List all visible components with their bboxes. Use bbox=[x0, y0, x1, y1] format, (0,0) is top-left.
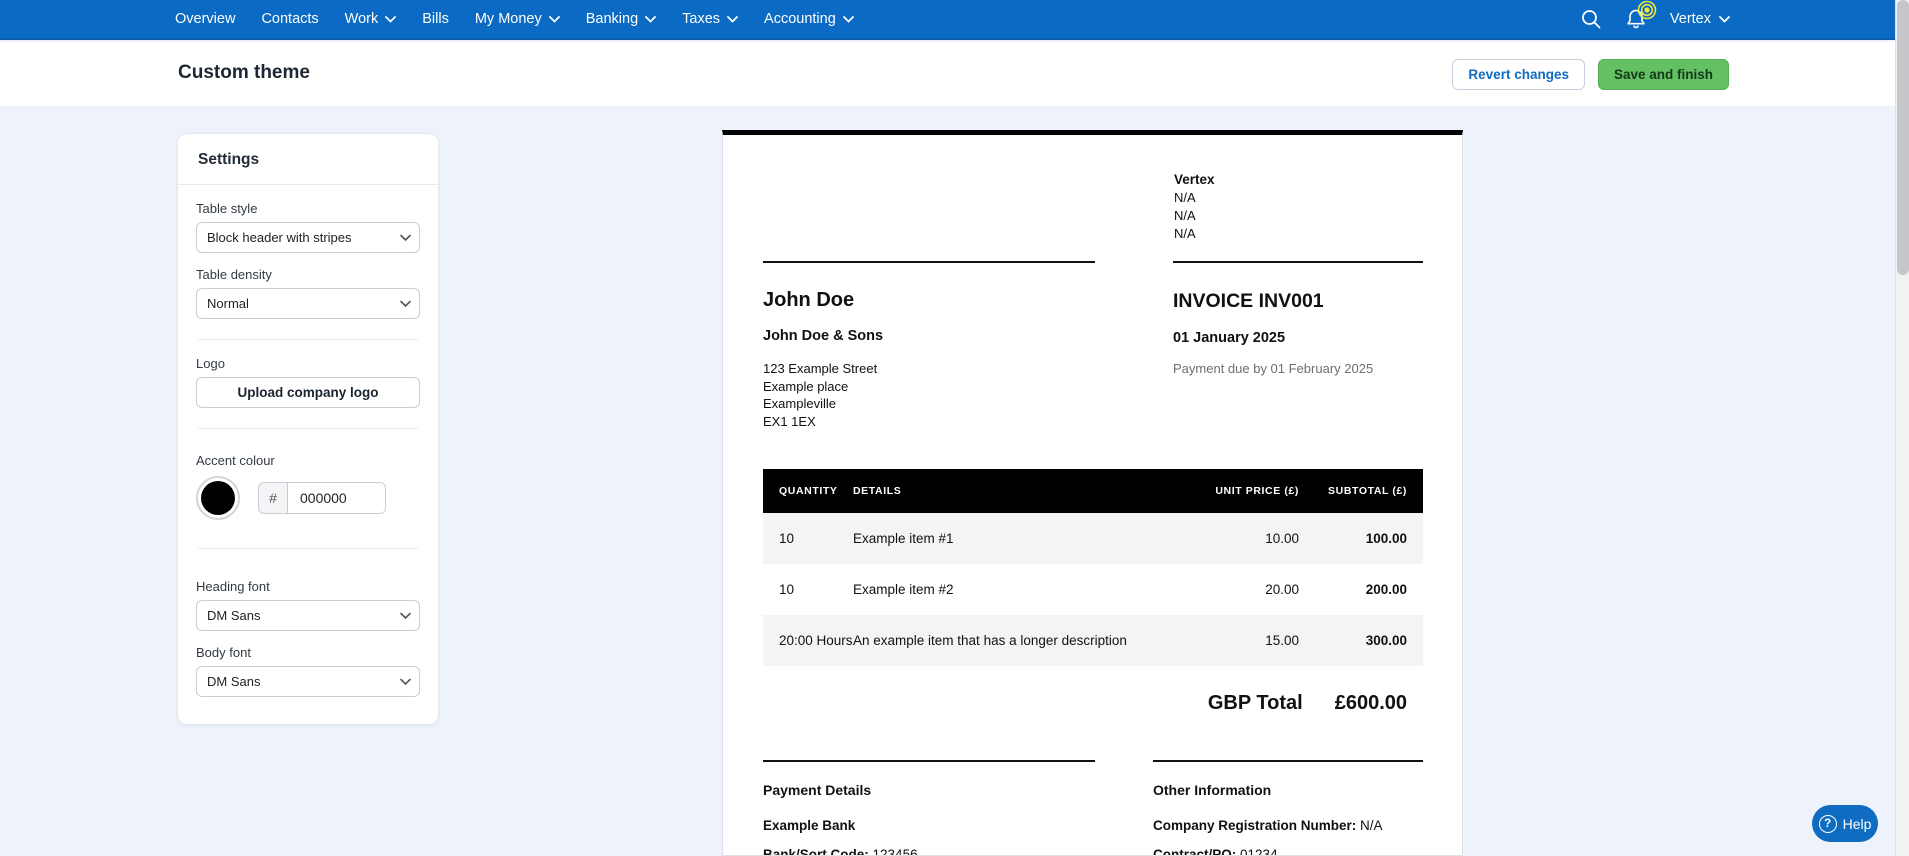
payment-details-title: Payment Details bbox=[763, 782, 1095, 798]
invoice-client-block: John Doe John Doe & Sons 123 Example Str… bbox=[763, 263, 1095, 430]
nav-right: Vertex bbox=[1580, 0, 1730, 38]
search-button[interactable] bbox=[1580, 8, 1602, 30]
nav-label: Work bbox=[345, 11, 379, 27]
invoice-company-name: Vertex bbox=[1174, 171, 1423, 189]
column-header: QUANTITY bbox=[763, 485, 853, 497]
other-information-block: Other Information Company Registration N… bbox=[1153, 762, 1423, 856]
divider bbox=[198, 339, 418, 340]
scrollbar-thumb[interactable] bbox=[1897, 0, 1909, 275]
chevron-down-icon bbox=[645, 16, 656, 23]
invoice-company-line: N/A bbox=[1174, 207, 1423, 225]
logo-label: Logo bbox=[196, 356, 420, 371]
contract-po-line: Contract/PO: 01234 bbox=[1153, 844, 1423, 856]
company-registration-line: Company Registration Number: N/A bbox=[1153, 815, 1423, 836]
body-font-select[interactable]: DM Sans bbox=[196, 666, 420, 697]
heading-font-label: Heading font bbox=[196, 579, 420, 594]
payment-details-block: Payment Details Example Bank Bank/Sort C… bbox=[763, 762, 1095, 856]
nav-item-my-money[interactable]: My Money bbox=[475, 11, 560, 27]
nav-item-work[interactable]: Work bbox=[345, 11, 397, 27]
help-label: Help bbox=[1843, 816, 1872, 832]
table-style-label: Table style bbox=[196, 201, 420, 216]
save-and-finish-button[interactable]: Save and finish bbox=[1598, 59, 1729, 90]
invoice-total-label: GBP Total bbox=[1208, 692, 1303, 715]
nav-label: Overview bbox=[175, 11, 235, 27]
invoice-total-value: £600.00 bbox=[1335, 692, 1407, 715]
body-font-label: Body font bbox=[196, 645, 420, 660]
notifications-button[interactable] bbox=[1624, 7, 1648, 31]
chevron-down-icon bbox=[1719, 16, 1730, 23]
bank-name: Example Bank bbox=[763, 815, 1095, 836]
help-button[interactable]: ? Help bbox=[1812, 805, 1878, 842]
hex-prefix: # bbox=[258, 482, 288, 514]
page-header: Custom theme Revert changes Save and fin… bbox=[0, 42, 1895, 106]
nav-item-contacts[interactable]: Contacts bbox=[261, 11, 318, 27]
page-title: Custom theme bbox=[178, 62, 310, 84]
table-row: 10 Example item #1 10.00 100.00 bbox=[763, 513, 1423, 564]
invoice-client-address: 123 Example Street Example place Example… bbox=[763, 360, 1095, 430]
nav-item-accounting[interactable]: Accounting bbox=[764, 11, 854, 27]
accent-colour-swatch[interactable] bbox=[196, 476, 240, 520]
accent-hex-input[interactable] bbox=[288, 482, 386, 514]
invoice-meta-block: INVOICE INV001 01 January 2025 Payment d… bbox=[1173, 263, 1423, 430]
nav-label: Accounting bbox=[764, 11, 836, 27]
settings-title: Settings bbox=[178, 134, 438, 184]
table-row: 10 Example item #2 20.00 200.00 bbox=[763, 564, 1423, 615]
search-icon bbox=[1580, 8, 1602, 30]
nav-label: Taxes bbox=[682, 11, 720, 27]
invoice-company-line: N/A bbox=[1174, 225, 1423, 243]
table-row: 20:00 Hours An example item that has a l… bbox=[763, 615, 1423, 666]
nav-item-bills[interactable]: Bills bbox=[422, 11, 449, 27]
sort-code-line: Bank/Sort Code: 123456 bbox=[763, 844, 1095, 856]
invoice-preview: Vertex N/A N/A N/A John Doe John Doe & S… bbox=[722, 130, 1463, 856]
question-mark-icon: ? bbox=[1819, 815, 1837, 833]
nav-label: Banking bbox=[586, 11, 638, 27]
page-scrollbar bbox=[1895, 0, 1909, 856]
chevron-down-icon bbox=[843, 16, 854, 23]
nav-label: Bills bbox=[422, 11, 449, 27]
invoice-total-row: GBP Total £600.00 bbox=[763, 692, 1423, 715]
nav-item-overview[interactable]: Overview bbox=[175, 11, 235, 27]
column-header: SUBTOTAL (£) bbox=[1299, 485, 1423, 497]
divider bbox=[198, 428, 418, 429]
invoice-title: INVOICE INV001 bbox=[1173, 290, 1423, 313]
invoice-company-block: Vertex N/A N/A N/A bbox=[1174, 171, 1423, 243]
top-nav: Overview Contacts Work Bills My Money Ba… bbox=[0, 0, 1895, 40]
nav-label: Contacts bbox=[261, 11, 318, 27]
nav-label: My Money bbox=[475, 11, 542, 27]
invoice-due-date: Payment due by 01 February 2025 bbox=[1173, 361, 1423, 376]
chevron-down-icon bbox=[727, 16, 738, 23]
column-header: DETAILS bbox=[853, 485, 1182, 497]
nav-items: Overview Contacts Work Bills My Money Ba… bbox=[175, 11, 854, 27]
accent-colour-fill bbox=[201, 481, 235, 515]
chevron-down-icon bbox=[549, 16, 560, 23]
accent-colour-label: Accent colour bbox=[196, 453, 420, 468]
invoice-items-table: QUANTITY DETAILS UNIT PRICE (£) SUBTOTAL… bbox=[763, 469, 1423, 666]
table-density-label: Table density bbox=[196, 267, 420, 282]
divider bbox=[198, 548, 418, 549]
invoice-company-line: N/A bbox=[1174, 189, 1423, 207]
column-header: UNIT PRICE (£) bbox=[1182, 485, 1299, 497]
nav-item-taxes[interactable]: Taxes bbox=[682, 11, 738, 27]
settings-panel: Settings Table style Block header with s… bbox=[177, 133, 439, 725]
account-name: Vertex bbox=[1670, 11, 1711, 27]
table-density-select[interactable]: Normal bbox=[196, 288, 420, 319]
notification-badge bbox=[1637, 0, 1657, 23]
invoice-client-name: John Doe bbox=[763, 289, 1095, 312]
invoice-date: 01 January 2025 bbox=[1173, 330, 1423, 346]
nav-item-banking[interactable]: Banking bbox=[586, 11, 656, 27]
upload-logo-button[interactable]: Upload company logo bbox=[196, 377, 420, 408]
invoice-client-company: John Doe & Sons bbox=[763, 328, 1095, 344]
account-menu[interactable]: Vertex bbox=[1670, 11, 1730, 27]
table-header-row: QUANTITY DETAILS UNIT PRICE (£) SUBTOTAL… bbox=[763, 469, 1423, 513]
table-style-select[interactable]: Block header with stripes bbox=[196, 222, 420, 253]
header-actions: Revert changes Save and finish bbox=[1452, 59, 1729, 90]
other-information-title: Other Information bbox=[1153, 782, 1423, 798]
revert-changes-button[interactable]: Revert changes bbox=[1452, 59, 1585, 90]
heading-font-select[interactable]: DM Sans bbox=[196, 600, 420, 631]
chevron-down-icon bbox=[385, 16, 396, 23]
